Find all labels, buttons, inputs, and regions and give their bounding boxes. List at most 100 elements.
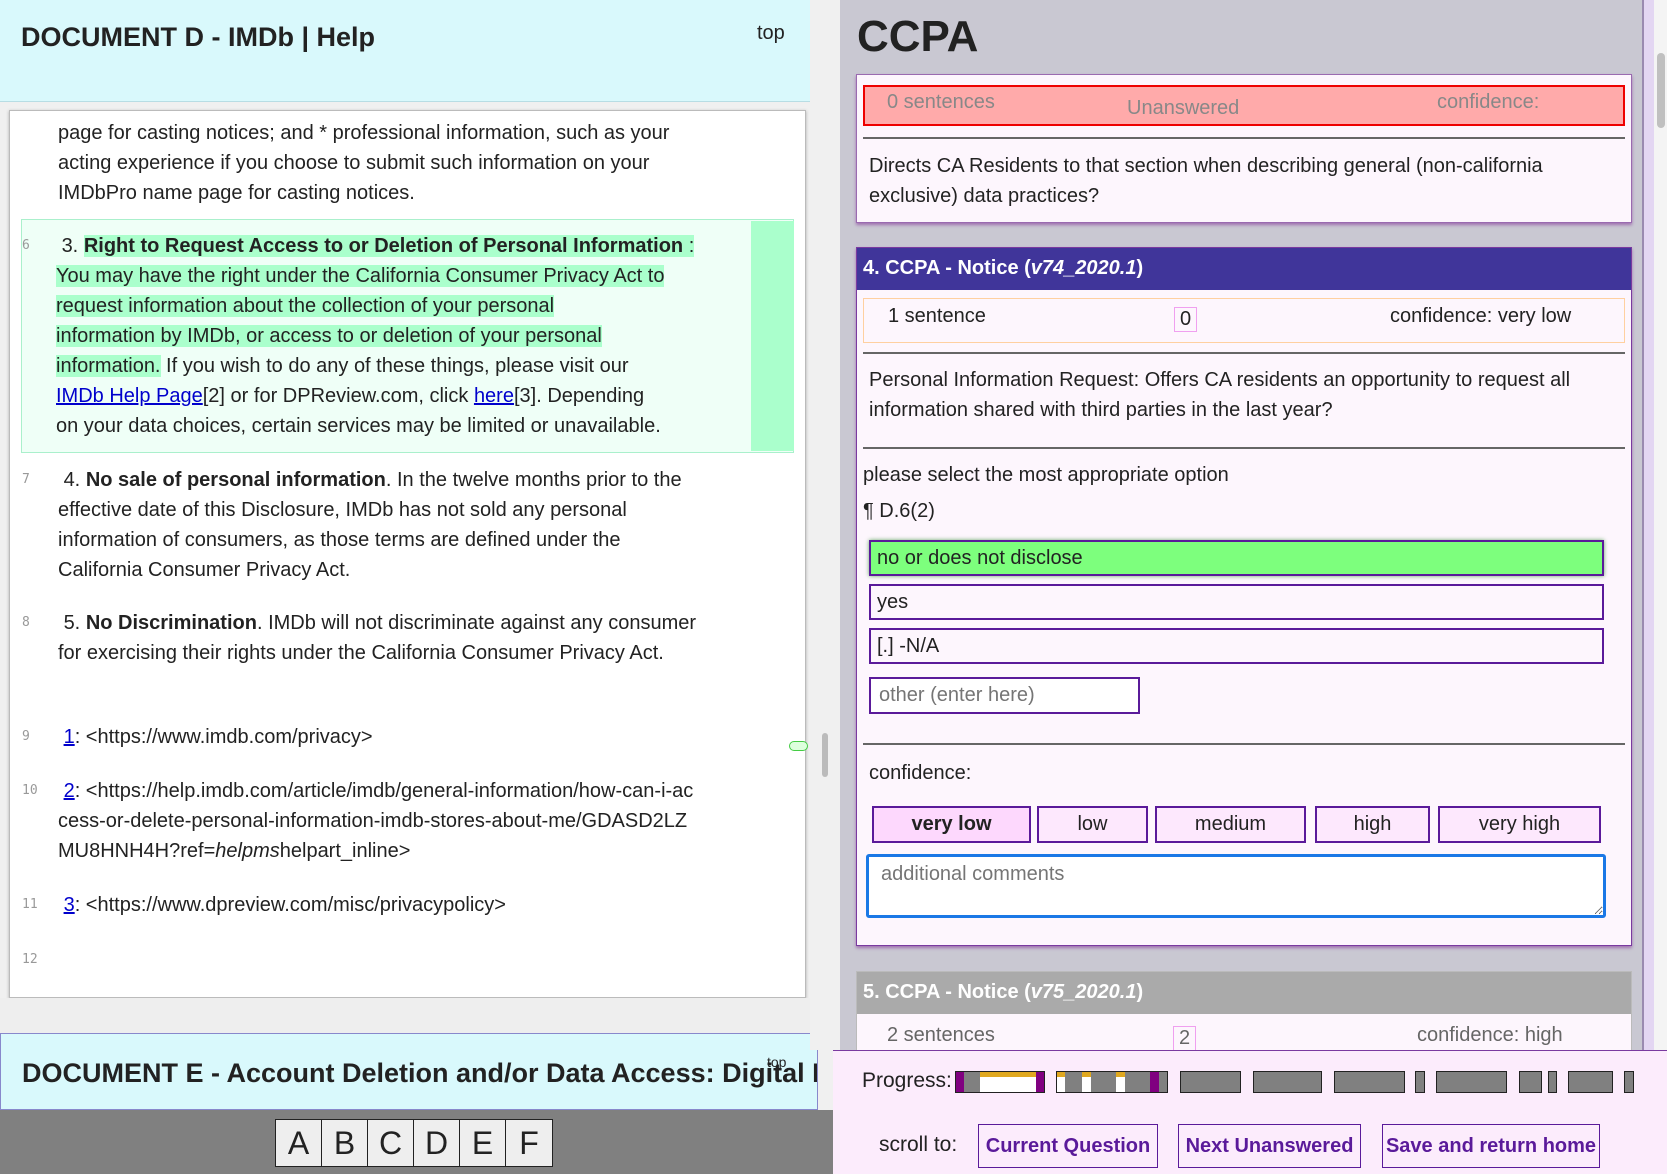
progress-label: Progress: — [862, 1069, 952, 1092]
progress-cell — [1549, 1072, 1556, 1092]
confidence-label: confidence: — [869, 762, 972, 784]
next-document-title: DOCUMENT E - Account Deletion and/or Dat… — [22, 1058, 818, 1088]
progress-cell — [1124, 1072, 1151, 1092]
progress-cell — [956, 1072, 964, 1092]
count-badge: 0 — [1174, 307, 1198, 332]
next-unanswered-button[interactable]: Next Unanswered — [1178, 1124, 1361, 1168]
progress-cell — [1065, 1072, 1083, 1092]
confidence-very-low[interactable]: very low — [872, 806, 1031, 843]
card-header[interactable]: 4. CCPA - Notice (v74_2020.1) — [857, 248, 1631, 290]
progress-cell — [1181, 1072, 1240, 1092]
next-document-header[interactable]: DOCUMENT E - Account Deletion and/or Dat… — [0, 1033, 818, 1110]
progress-cell — [1569, 1072, 1612, 1092]
confidence-medium[interactable]: medium — [1155, 806, 1306, 843]
document-nav-bar: A B C D E F — [0, 1110, 833, 1174]
progress-segment[interactable] — [1568, 1071, 1613, 1093]
progress-segment[interactable] — [1436, 1071, 1507, 1093]
right-scrollbar-thumb[interactable] — [1657, 53, 1665, 128]
highlight-marker — [751, 221, 794, 451]
progress-segment[interactable] — [1548, 1071, 1557, 1093]
doc-e-button[interactable]: E — [460, 1120, 506, 1166]
progress-cell — [1116, 1072, 1125, 1092]
progress-segment[interactable] — [1519, 1071, 1542, 1093]
progress-cell — [1158, 1072, 1168, 1092]
sentence-count: 1 sentence — [888, 305, 986, 327]
left-scrollbar-thumb[interactable] — [822, 733, 828, 777]
doc-a-button[interactable]: A — [276, 1120, 322, 1166]
progress-segment[interactable] — [1334, 1071, 1405, 1093]
confidence-value: confidence: — [1437, 91, 1540, 113]
question-card-5[interactable]: 5. CCPA - Notice (v75_2020.1) 2 sentence… — [856, 971, 1632, 1061]
document-body: page for casting notices; and * professi… — [9, 110, 806, 998]
progress-segment[interactable] — [1253, 1071, 1322, 1093]
count-badge: 2 — [1173, 1026, 1197, 1051]
document-header: DOCUMENT D - IMDb | Help top — [0, 0, 810, 102]
select-prompt: please select the most appropriate optio… — [863, 464, 1229, 486]
confidence-value: confidence: very low — [1390, 305, 1572, 327]
progress-cell — [1082, 1072, 1091, 1092]
other-input[interactable] — [869, 677, 1140, 714]
progress-cell — [1057, 1072, 1066, 1092]
question-card-4: 4. CCPA - Notice (v74_2020.1) 1 sentence… — [856, 247, 1632, 946]
progress-segment[interactable] — [1180, 1071, 1241, 1093]
doc-d-button[interactable]: D — [414, 1120, 460, 1166]
progress-cell — [1036, 1072, 1044, 1092]
progress-cell — [1090, 1072, 1117, 1092]
imdb-help-page-link[interactable]: IMDb Help Page — [56, 385, 203, 407]
right-scrollbar[interactable] — [1654, 0, 1667, 1174]
sentence-count: 2 sentences — [887, 1024, 995, 1046]
confidence-high[interactable]: high — [1315, 806, 1430, 843]
doc-c-button[interactable]: C — [368, 1120, 414, 1166]
status-badge: Unanswered — [1127, 97, 1240, 119]
progress-cell — [980, 1072, 1036, 1092]
doc-b-button[interactable]: B — [322, 1120, 368, 1166]
status-row: 0 sentences Unanswered confidence: — [863, 85, 1625, 126]
top-link[interactable]: top — [767, 1054, 786, 1070]
paragraph-ref[interactable]: ¶ D.6(2) — [863, 500, 935, 523]
progress-cell — [1335, 1072, 1404, 1092]
confidence-value: confidence: high — [1417, 1024, 1563, 1046]
sentence-count: 0 sentences — [887, 91, 995, 113]
additional-comments-input[interactable] — [866, 854, 1606, 918]
document-letter-nav: A B C D E F — [275, 1119, 553, 1167]
here-link[interactable]: here — [474, 385, 514, 407]
footnote-link[interactable]: 1 — [64, 726, 75, 748]
progress-cell — [1416, 1072, 1424, 1092]
divider — [863, 352, 1625, 354]
progress-cell — [1254, 1072, 1321, 1092]
progress-cell — [1625, 1072, 1633, 1092]
divider — [863, 743, 1625, 745]
confidence-low[interactable]: low — [1037, 806, 1148, 843]
progress-segment[interactable] — [1415, 1071, 1425, 1093]
save-and-return-home-button[interactable]: Save and return home — [1382, 1124, 1600, 1168]
line-number: 6 — [22, 238, 30, 253]
panel-edge — [1642, 0, 1654, 1174]
question-text: Personal Information Request: Offers CA … — [869, 369, 1571, 421]
resize-handle[interactable] — [789, 741, 808, 751]
section-title: CCPA — [857, 12, 979, 61]
document-title: DOCUMENT D - IMDb | Help — [21, 22, 376, 52]
footnote-link[interactable]: 2 — [64, 780, 75, 802]
divider — [863, 137, 1625, 139]
progress-segment[interactable] — [1056, 1071, 1168, 1093]
progress-footer: Progress: scroll to: Current Question Ne… — [833, 1050, 1667, 1174]
progress-segment[interactable] — [955, 1071, 1045, 1093]
progress-cell — [1437, 1072, 1506, 1092]
card-header[interactable]: 5. CCPA - Notice (v75_2020.1) — [857, 972, 1631, 1014]
status-row: 1 sentence 0 confidence: very low — [863, 298, 1625, 343]
footnote-link[interactable]: 3 — [64, 894, 75, 916]
splitter — [810, 0, 840, 1050]
progress-cell — [964, 1072, 980, 1092]
doc-f-button[interactable]: F — [506, 1120, 552, 1166]
divider — [863, 447, 1625, 449]
question-card-3[interactable]: 0 sentences Unanswered confidence: Direc… — [856, 74, 1632, 223]
option-no-or-does-not-disclose[interactable]: no or does not disclose — [869, 540, 1604, 576]
progress-cell — [1520, 1072, 1541, 1092]
option-na[interactable]: [.] -N/A — [869, 628, 1604, 664]
current-question-button[interactable]: Current Question — [978, 1124, 1158, 1168]
top-link[interactable]: top — [757, 22, 785, 45]
confidence-very-high[interactable]: very high — [1438, 806, 1601, 843]
option-yes[interactable]: yes — [869, 584, 1604, 620]
question-text: Directs CA Residents to that section whe… — [869, 155, 1543, 207]
progress-segment[interactable] — [1624, 1071, 1634, 1093]
